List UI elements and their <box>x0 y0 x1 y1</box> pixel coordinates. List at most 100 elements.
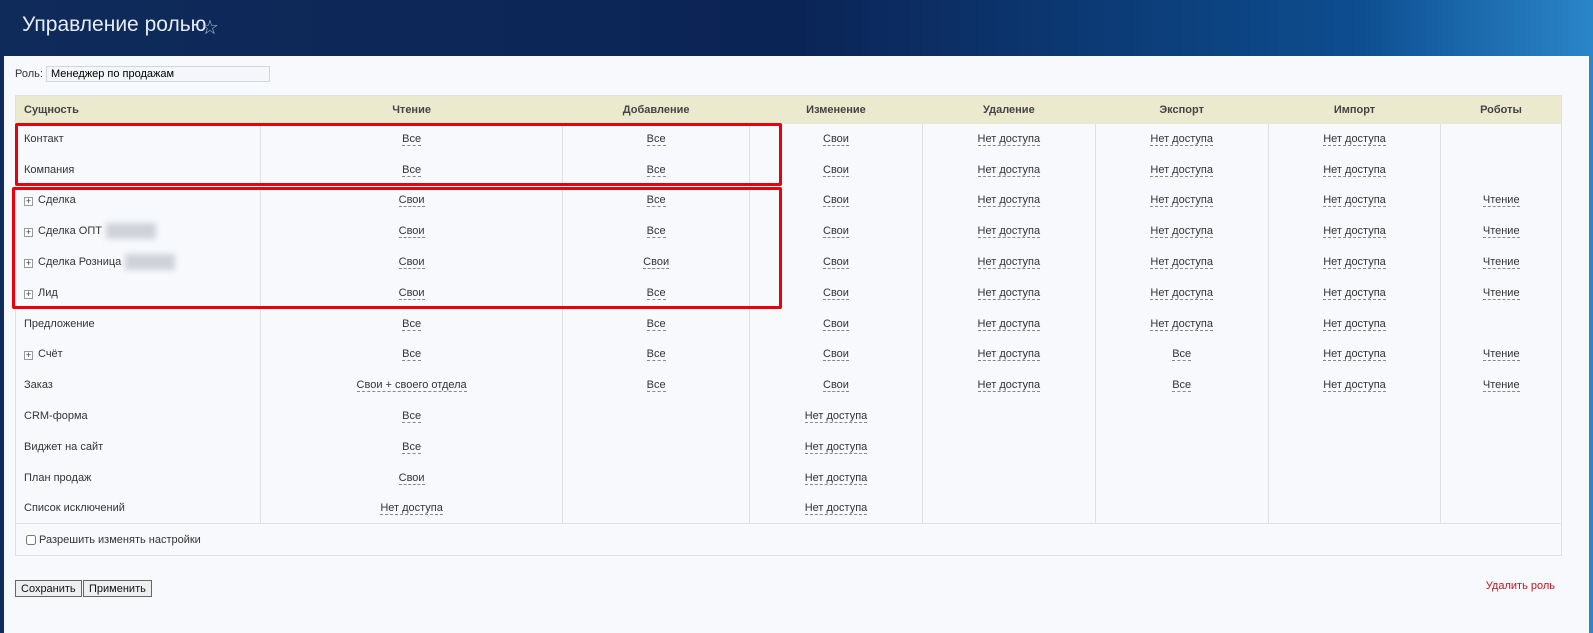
column-header: Добавление <box>562 95 750 124</box>
permission-value[interactable]: Свои <box>823 163 849 177</box>
permission-value[interactable]: Нет доступа <box>977 256 1041 270</box>
permission-value[interactable]: Нет доступа <box>977 225 1041 239</box>
permission-value[interactable]: Нет доступа <box>380 502 443 516</box>
permission-value[interactable]: Нет доступа <box>977 194 1041 208</box>
permission-value[interactable]: Нет доступа <box>804 471 868 485</box>
permission-cell: Нет доступа <box>749 431 923 463</box>
allow-settings-checkbox[interactable] <box>26 534 36 545</box>
entity-cell: План продаж <box>16 462 261 493</box>
column-header: Чтение <box>260 95 563 124</box>
permission-value[interactable]: Свои <box>398 194 425 208</box>
permission-cell: Нет доступа <box>921 339 1096 370</box>
table-row: Предложение Все Все Свои Нет доступа Нет дост… <box>16 308 1562 340</box>
permission-value[interactable]: Нет доступа <box>977 286 1041 300</box>
permission-value[interactable]: Нет доступа <box>804 502 868 516</box>
permission-value[interactable]: Нет доступа <box>977 317 1041 331</box>
permission-value[interactable]: Свои <box>643 256 670 270</box>
permission-value[interactable]: Нет доступа <box>977 379 1041 393</box>
permission-value[interactable]: Нет доступа <box>1323 225 1386 239</box>
star-icon[interactable]: ☆ <box>201 15 219 40</box>
permission-value[interactable]: Нет доступа <box>1150 256 1213 270</box>
apply-button[interactable]: Применить <box>83 580 152 597</box>
permission-value[interactable]: Свои <box>398 286 425 300</box>
settings-row: Разрешить изменять настройки <box>15 523 1562 556</box>
permission-value[interactable]: Свои <box>823 317 849 331</box>
permission-value[interactable]: Все <box>402 410 422 424</box>
permission-value[interactable]: Нет доступа <box>1323 348 1386 362</box>
permission-value[interactable]: Нет доступа <box>804 440 868 454</box>
permission-cell: Нет доступа <box>1094 215 1269 247</box>
permission-value[interactable]: Нет доступа <box>1150 163 1213 177</box>
expand-icon[interactable]: + <box>24 228 33 238</box>
permission-value[interactable]: Нет доступа <box>1323 379 1386 393</box>
permission-value[interactable]: Чтение <box>1482 379 1520 393</box>
permission-value[interactable]: Нет доступа <box>977 348 1041 362</box>
permission-value[interactable]: Все <box>1172 348 1192 362</box>
permission-cell: Нет доступа <box>1094 308 1269 340</box>
permission-value[interactable]: Свои <box>398 256 425 270</box>
permission-value[interactable]: Свои <box>823 132 849 146</box>
permission-value[interactable]: Нет доступа <box>977 163 1041 177</box>
permission-value[interactable]: Нет доступа <box>1150 225 1213 239</box>
delete-role-link[interactable]: Удалить роль <box>1486 580 1555 592</box>
permission-value[interactable]: Чтение <box>1482 348 1520 362</box>
permission-cell: Все <box>562 339 750 370</box>
table-row: Заказ Свои + своего отдела Все Свои Нет дост… <box>16 369 1562 401</box>
permission-value[interactable]: Свои <box>823 348 849 362</box>
permission-value[interactable]: Чтение <box>1482 225 1520 239</box>
permission-value[interactable]: Все <box>1172 379 1192 393</box>
permission-value[interactable]: Чтение <box>1482 286 1520 300</box>
permission-value[interactable]: Все <box>646 379 666 393</box>
permission-value[interactable]: Нет доступа <box>1150 194 1213 208</box>
permission-value[interactable]: Свои <box>398 471 425 485</box>
permission-value[interactable]: Нет доступа <box>1323 286 1386 300</box>
entity-name: CRM-форма <box>24 410 88 423</box>
permission-value[interactable]: Все <box>402 440 422 454</box>
permission-value[interactable]: Все <box>646 348 666 362</box>
permission-value[interactable]: Все <box>646 132 666 146</box>
permission-value[interactable]: Свои <box>823 194 849 208</box>
permission-value[interactable]: Все <box>646 163 666 177</box>
permission-value[interactable]: Все <box>402 317 422 331</box>
permission-value[interactable]: Все <box>646 286 666 300</box>
permission-value[interactable]: Свои + своего отдела <box>356 379 467 393</box>
permission-cell <box>1094 462 1269 494</box>
permission-value[interactable]: Нет доступа <box>1323 194 1386 208</box>
permission-value[interactable]: Все <box>402 132 422 146</box>
permission-value[interactable]: Все <box>402 348 422 362</box>
permission-value[interactable]: Свои <box>823 225 849 239</box>
permission-value[interactable]: Все <box>646 194 666 208</box>
permission-value[interactable]: Нет доступа <box>1150 286 1213 300</box>
expand-icon[interactable]: + <box>24 289 33 299</box>
permission-value[interactable]: Все <box>402 163 422 177</box>
permission-value[interactable]: Нет доступа <box>1323 163 1386 177</box>
permission-value[interactable]: Свои <box>823 256 849 270</box>
permission-value[interactable]: Нет доступа <box>804 410 868 424</box>
expand-icon[interactable]: + <box>24 258 33 268</box>
expand-icon[interactable]: + <box>24 197 33 207</box>
permission-value[interactable]: Все <box>646 317 666 331</box>
permission-value[interactable]: Чтение <box>1482 194 1520 208</box>
permission-value[interactable]: Нет доступа <box>1323 132 1386 146</box>
entity-name: Сделка Розница <box>38 255 122 268</box>
permission-value[interactable]: Свои <box>823 286 849 300</box>
column-header: Сущность <box>15 95 261 124</box>
permission-value[interactable]: Все <box>646 225 666 239</box>
permission-value[interactable]: Нет доступа <box>1150 132 1213 146</box>
permission-value[interactable]: Нет доступа <box>1323 256 1386 270</box>
expand-icon[interactable]: + <box>24 351 33 361</box>
permission-value[interactable]: Нет доступа <box>1150 317 1213 331</box>
permission-cell <box>562 462 750 494</box>
save-button[interactable]: Сохранить <box>15 580 82 597</box>
permission-cell <box>921 493 1096 524</box>
permission-cell: Свои <box>749 154 923 186</box>
table-row: Компания Все Все Свои Нет доступа Нет доступа… <box>16 154 1562 186</box>
role-name-input[interactable] <box>46 66 270 82</box>
permission-cell: Свои <box>749 369 923 401</box>
permission-value[interactable]: Нет доступа <box>1323 317 1386 331</box>
permission-value[interactable]: Нет доступа <box>977 132 1041 146</box>
permission-value[interactable]: Свои <box>398 225 425 239</box>
permission-value[interactable]: Свои <box>823 379 849 393</box>
permission-value[interactable]: Чтение <box>1482 256 1520 270</box>
entity-name: Контакт <box>24 132 64 145</box>
